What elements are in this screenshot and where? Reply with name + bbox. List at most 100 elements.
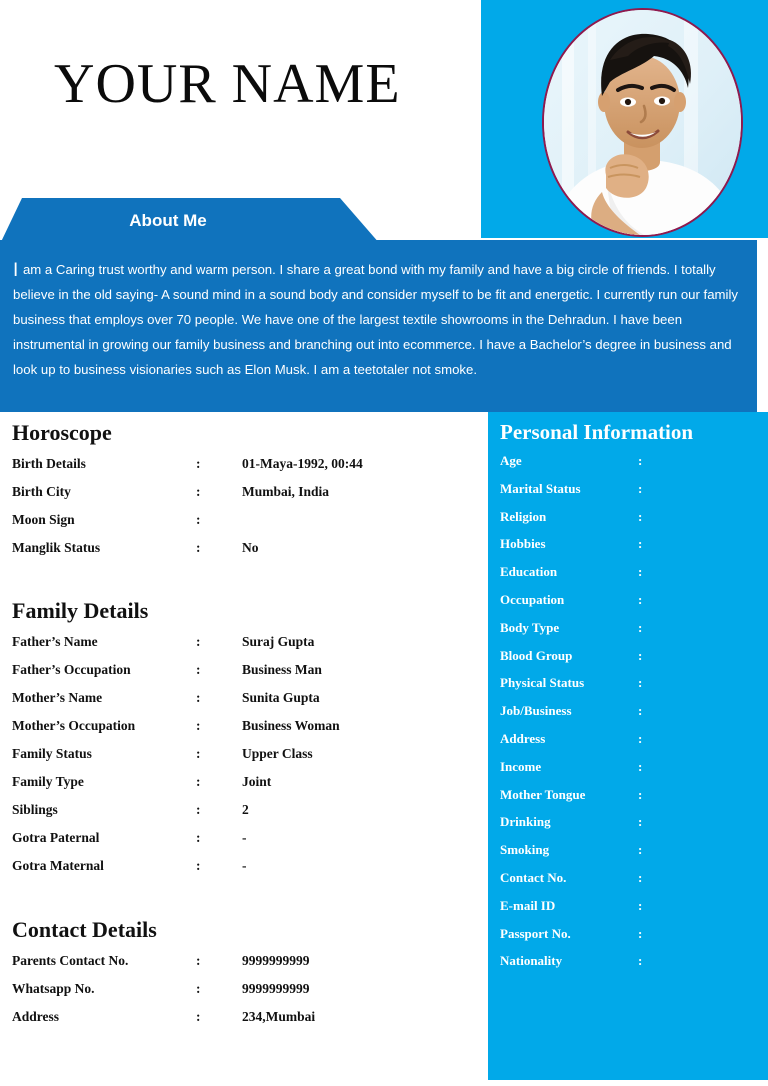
personal-separator: :: [638, 480, 643, 496]
horoscope-label: Manglik Status: [12, 540, 101, 555]
personal-label: Mother Tongue: [500, 786, 586, 802]
horoscope-value: No: [242, 540, 259, 555]
personal-row: Marital Status:: [488, 477, 768, 505]
personal-separator: :: [638, 703, 643, 719]
horoscope-separator: :: [196, 540, 201, 555]
contact-value: 9999999999: [242, 981, 310, 996]
family-row: Mother’s Name: Sunita Gupta: [0, 686, 481, 714]
biodata-page: YOUR NAME About Me I am a Caring trust w…: [0, 0, 768, 1086]
personal-separator: :: [638, 869, 643, 885]
family-row: Gotra Paternal: -: [0, 826, 481, 854]
personal-separator: :: [638, 619, 643, 635]
family-label: Gotra Maternal: [12, 858, 104, 873]
family-separator: :: [196, 830, 201, 845]
family-row: Father’s Name: Suraj Gupta: [0, 630, 481, 658]
family-row: Family Type: Joint: [0, 770, 481, 798]
personal-label: Address: [500, 730, 546, 746]
about-me-banner: About Me: [0, 198, 380, 244]
personal-separator: :: [638, 453, 643, 468]
family-separator: :: [196, 662, 201, 677]
avatar: [542, 8, 743, 237]
family-value: 2: [242, 802, 249, 817]
personal-separator: :: [638, 536, 643, 552]
contact-label: Parents Contact No.: [12, 953, 129, 968]
horoscope-row: Manglik Status: No: [0, 536, 481, 564]
family-label: Father’s Name: [12, 634, 98, 649]
personal-row: Passport No.:: [488, 922, 768, 950]
family-separator: :: [196, 858, 201, 873]
personal-separator: :: [638, 925, 643, 941]
family-label: Family Type: [12, 774, 84, 789]
family-label: Father’s Occupation: [12, 662, 131, 677]
contact-separator: :: [196, 953, 201, 968]
horoscope-label: Birth City: [12, 484, 71, 499]
contact-separator: :: [196, 981, 201, 996]
contact-label: Address: [12, 1009, 60, 1024]
horoscope-separator: :: [196, 456, 201, 471]
page-title: YOUR NAME: [54, 53, 401, 115]
family-value: Business Man: [242, 662, 322, 677]
personal-separator: :: [638, 842, 643, 858]
personal-row: Hobbies:: [488, 532, 768, 560]
family-separator: :: [196, 690, 201, 705]
personal-separator: :: [638, 758, 643, 774]
family-row: Father’s Occupation: Business Man: [0, 658, 481, 686]
portrait-photo-icon: [544, 10, 741, 235]
personal-separator: :: [638, 953, 643, 969]
contact-row: Whatsapp No.: 9999999999: [0, 977, 481, 1005]
family-value: Upper Class: [242, 746, 313, 761]
family-label: Mother’s Occupation: [12, 718, 136, 733]
family-value: Joint: [242, 774, 272, 789]
personal-row: Religion:: [488, 505, 768, 533]
personal-row: Address:: [488, 727, 768, 755]
personal-separator: :: [638, 591, 643, 607]
personal-row: Contact No.:: [488, 866, 768, 894]
family-label: Mother’s Name: [12, 690, 103, 705]
personal-row: Mother Tongue:: [488, 783, 768, 811]
horoscope-separator: :: [196, 484, 201, 499]
contact-label: Whatsapp No.: [12, 981, 95, 996]
personal-row: Drinking:: [488, 810, 768, 838]
personal-label: Marital Status: [500, 480, 581, 496]
personal-separator: :: [638, 564, 643, 580]
section-horoscope: Horoscope Birth Details: 01-Maya-1992, 00…: [0, 420, 481, 564]
section-contact-details: Contact Details Parents Contact No.: 9999…: [0, 917, 481, 1033]
about-me-banner-label: About Me: [129, 211, 207, 230]
family-separator: :: [196, 746, 201, 761]
section-title-horoscope: Horoscope: [12, 420, 112, 445]
about-me-dropcap: I: [13, 260, 19, 281]
left-column: Horoscope Birth Details: 01-Maya-1992, 00…: [0, 412, 481, 1086]
personal-row: Job/Business:: [488, 699, 768, 727]
contact-separator: :: [196, 1009, 201, 1024]
contact-rows: Parents Contact No.:9999999999 Whatsapp N…: [0, 949, 481, 1033]
horoscope-row: Birth Details: 01-Maya-1992, 00:44: [0, 452, 481, 480]
family-label: Family Status: [12, 746, 92, 761]
family-label: Gotra Paternal: [12, 830, 100, 845]
personal-label: Contact No.: [500, 869, 567, 885]
family-value: -: [242, 858, 247, 873]
horoscope-row: Birth City: Mumbai, India: [0, 480, 481, 508]
personal-separator: :: [638, 508, 643, 524]
about-me-body: am a Caring trust worthy and warm person…: [13, 262, 738, 377]
family-row: Siblings: 2: [0, 798, 481, 826]
section-title-contact: Contact Details: [12, 917, 157, 942]
personal-label: Smoking: [500, 842, 550, 858]
personal-information-rows: Age: Marital Status: Religion: Hobbies: Educ…: [488, 449, 768, 977]
personal-label: Physical Status: [500, 675, 585, 691]
personal-row: Age:: [488, 449, 768, 477]
personal-row: Smoking:: [488, 838, 768, 866]
family-value: Suraj Gupta: [242, 634, 315, 649]
family-rows: Father’s Name: Suraj Gupta Father’s Occupa…: [0, 630, 481, 882]
personal-label: Passport No.: [500, 925, 571, 941]
family-row: Family Status: Upper Class: [0, 742, 481, 770]
family-separator: :: [196, 634, 201, 649]
personal-row: Blood Group:: [488, 644, 768, 672]
personal-separator: :: [638, 897, 643, 913]
personal-label: Income: [500, 758, 542, 774]
family-value: Business Woman: [242, 718, 340, 733]
personal-label: Religion: [500, 508, 547, 524]
personal-label: Age: [500, 453, 522, 468]
personal-label: Blood Group: [500, 647, 573, 663]
personal-separator: :: [638, 675, 643, 691]
horoscope-row: Moon Sign:: [0, 508, 481, 536]
